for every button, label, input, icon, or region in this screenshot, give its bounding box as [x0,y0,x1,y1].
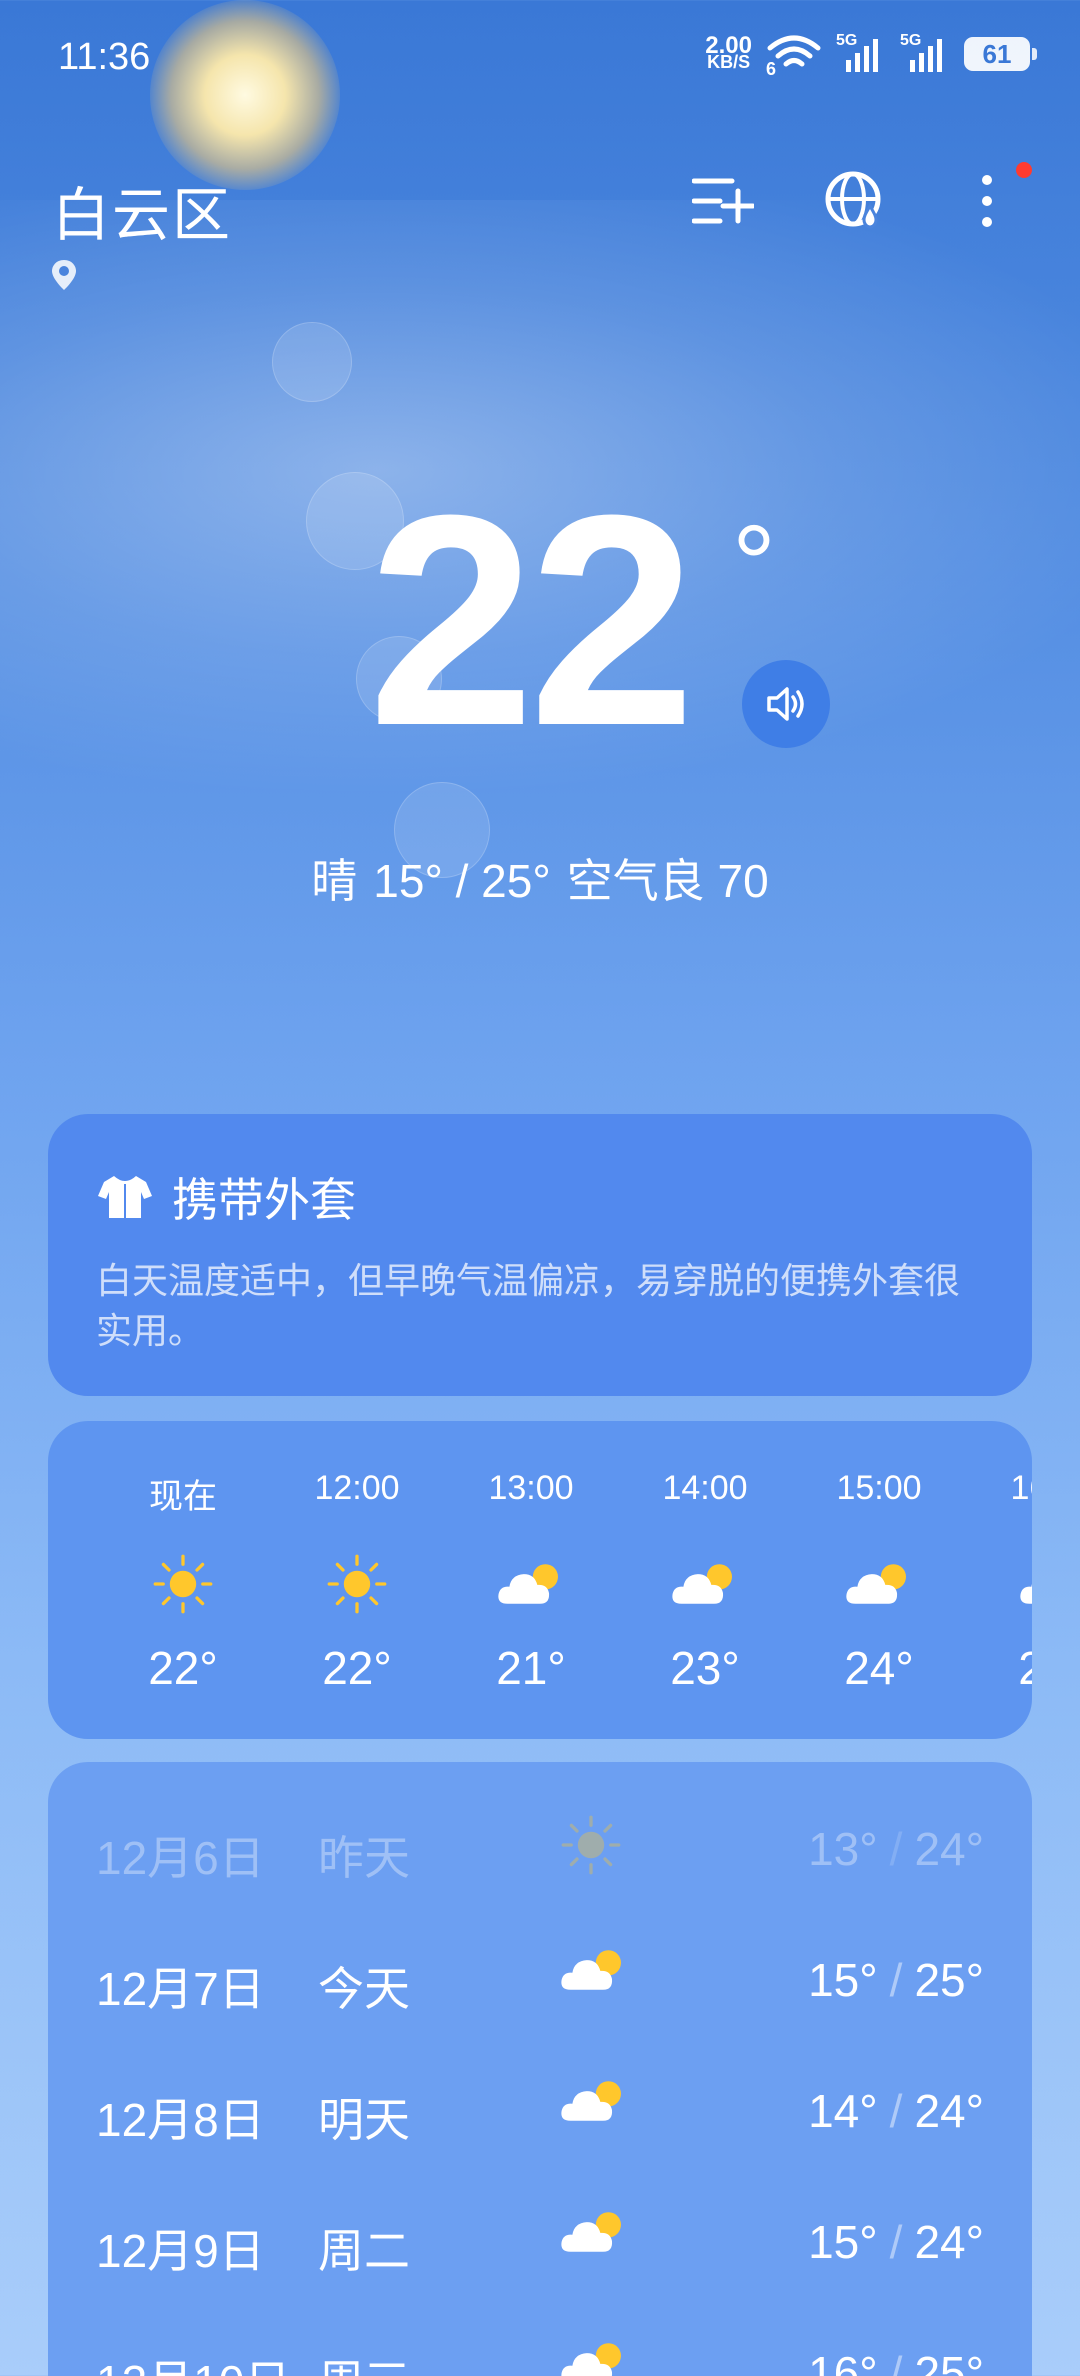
more-vertical-icon [982,175,992,227]
daily-row[interactable]: 12月8日 明天 14°/24° [48,2044,1032,2174]
day-date: 12月6日 [96,1832,265,1884]
hour-temperature: 23° [670,1642,740,1694]
tip-description: 白天温度适中，但早晚气温偏凉，易穿脱的便携外套很实用。 [96,1260,961,1351]
air-quality-text[interactable]: 空气良 70 [567,855,769,907]
location-pin-icon [50,258,78,297]
hour-temperature: 24° [844,1642,914,1694]
partly-cloudy-icon [456,1549,606,1619]
day-temperature-range: 15°/24° [808,2216,984,2268]
day-date: 12月7日 [96,1963,265,2015]
cell-signal-icon: 5G [836,32,886,74]
day-name: 周二 [318,2225,410,2277]
status-bar: 11:36 2.00 KB/S 6 5G 5G 61 [0,0,1080,110]
day-name: 周三 [318,2346,410,2376]
network-speed: 2.00 KB/S [705,32,752,72]
sun-icon [558,1812,638,1882]
partly-cloudy-icon [558,2074,638,2144]
sun-icon [282,1549,432,1619]
day-high: 24° [914,2085,984,2137]
day-low: 15° [808,1954,878,2006]
partly-cloudy-icon [558,2336,638,2376]
hour-time: 14:00 [662,1469,748,1507]
day-low: 14° [808,2085,878,2137]
day-name: 今天 [318,1963,410,2015]
hourly-item: 12:00 22° [282,1469,432,1695]
hour-temperature: 25° [1018,1642,1032,1694]
global-weather-button[interactable] [822,168,888,234]
hour-temperature: 21° [496,1642,566,1694]
header-actions [690,162,1032,234]
lens-flare [272,322,352,402]
wifi-icon: 6 [766,34,822,79]
day-date: 12月8日 [96,2094,265,2146]
globe-droplet-icon [825,171,881,229]
daily-row[interactable]: 12月9日 周二 15°/24° [48,2175,1032,2305]
hourly-item: 14:00 23° [630,1469,780,1695]
hour-time: 12:00 [314,1469,400,1507]
hourly-item: 现在 22° [108,1469,258,1695]
current-temperature: 22 [368,452,696,788]
tip-title: 携带外套 [172,1174,356,1226]
daily-forecast-card[interactable]: 12月6日 昨天 13°/24° 12月7日 今天 15°/25° 12月8日 … [48,1762,1032,2376]
temp-range-text: 15° / 25° [373,855,551,907]
day-high: 24° [914,2216,984,2268]
hour-time: 13:00 [488,1469,574,1507]
day-temperature-range: 15°/25° [808,1954,984,2006]
add-city-icon [692,178,754,224]
city-title[interactable]: 白云区 [52,168,232,252]
partly-cloudy-icon [558,1943,638,2013]
daily-row[interactable]: 12月6日 昨天 13°/24° [48,1782,1032,1912]
partly-cloudy-icon [804,1549,954,1619]
voice-broadcast-button[interactable] [742,660,830,748]
status-indicators: 2.00 KB/S 6 5G 5G 61 [705,32,1037,79]
day-temperature-range: 13°/24° [808,1823,984,1875]
hour-time: 16:00 [1010,1469,1032,1507]
day-high: 25° [914,1954,984,2006]
status-time: 11:36 [58,36,151,78]
day-low: 16° [808,2347,878,2376]
degree-symbol: ° [732,503,776,626]
battery-icon: 61 [964,37,1037,71]
day-name: 明天 [318,2094,410,2146]
jacket-icon [98,1176,152,1218]
partly-cloudy-icon [558,2205,638,2275]
day-name: 昨天 [318,1832,410,1884]
daily-row[interactable]: 12月7日 今天 15°/25° [48,1913,1032,2043]
hourly-item: 13:00 21° [456,1469,606,1695]
condition-text: 晴 [311,855,358,907]
daily-row[interactable]: 12月10日 周三 16°/25° [48,2306,1032,2376]
cell-signal-icon: 5G [900,32,950,74]
hourly-item: 16:00 25° [978,1469,1032,1695]
day-low: 13° [808,1823,878,1875]
tip-header: 携带外套 [96,1164,984,1230]
day-temperature-range: 16°/25° [808,2346,984,2376]
day-date: 12月10日 [96,2346,290,2376]
partly-cloudy-icon [978,1549,1032,1619]
day-low: 15° [808,2216,878,2268]
hourly-item: 15:00 24° [804,1469,954,1695]
hour-temperature: 22° [148,1642,218,1694]
day-date: 12月9日 [96,2225,265,2277]
clothing-tip-card[interactable]: 携带外套 白天温度适中，但早晚气温偏凉，易穿脱的便携外套很实用。 [48,1114,1032,1396]
more-options-button[interactable] [954,162,1032,234]
speaker-icon [767,687,804,721]
city-list-button[interactable] [690,168,756,234]
hour-time: 现在 [149,1478,217,1516]
day-high: 25° [914,2347,984,2376]
partly-cloudy-icon [630,1549,780,1619]
hour-time: 15:00 [836,1469,922,1507]
weather-summary[interactable]: 晴 15° / 25° 空气良 70 [0,845,1080,911]
day-temperature-range: 14°/24° [808,2085,984,2137]
hourly-forecast-card[interactable]: 现在 22° 12:00 22° 13:00 21° 14:00 23° 15:… [48,1421,1032,1739]
day-high: 24° [914,1823,984,1875]
hour-temperature: 22° [322,1642,392,1694]
sun-icon [108,1549,258,1619]
notification-dot [1016,162,1032,178]
